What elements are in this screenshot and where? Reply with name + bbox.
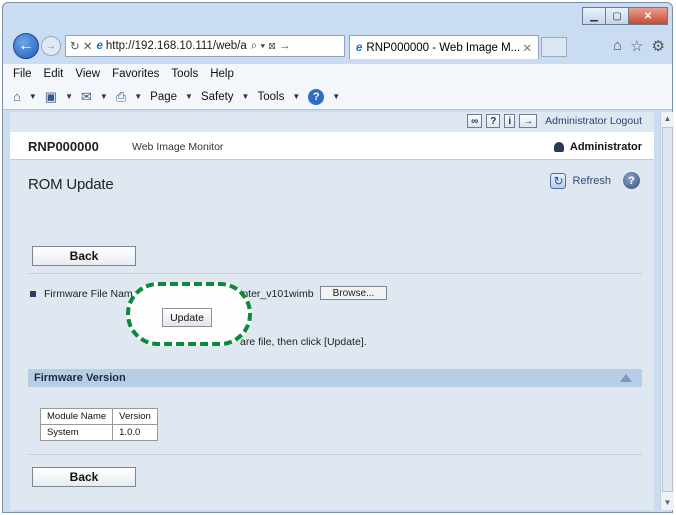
back-button-top[interactable]: Back [32, 246, 136, 266]
help-icon[interactable]: ? [308, 88, 325, 105]
menu-favorites[interactable]: Favorites [112, 68, 159, 80]
tab-close-icon[interactable]: ✕ [522, 41, 532, 55]
dropdown-arrow-icon[interactable]: ▼ [185, 92, 193, 101]
column-header-version: Version [112, 408, 158, 425]
refresh-icon[interactable]: ↻ [550, 172, 567, 189]
browser-tab[interactable]: e RNP000000 - Web Image M... ✕ [349, 35, 539, 59]
feeds-icon[interactable]: ▣ [45, 89, 57, 105]
address-row: ← → ↻ ✕ e http://192.168.10.111/web/a ⌕ … [11, 33, 671, 61]
scroll-thumb[interactable] [662, 127, 673, 492]
menu-view[interactable]: View [75, 68, 100, 80]
module-name-cell: System [39, 424, 114, 441]
refresh-stop-icons[interactable]: ↻ ✕ [70, 39, 92, 53]
module-version-table: Module Name Version System 1.0.0 [39, 408, 158, 441]
refresh-control[interactable]: ↻ Refresh ? [550, 172, 640, 189]
back-button-bottom[interactable]: Back [32, 467, 136, 487]
menu-tools[interactable]: Tools [171, 68, 198, 80]
menu-edit[interactable]: Edit [44, 68, 64, 80]
address-bar[interactable]: ↻ ✕ e http://192.168.10.111/web/a ⌕ ▾ ⊠ … [65, 35, 345, 57]
safety-menu[interactable]: Safety [201, 91, 234, 103]
window-controls: ▁ ▢ ✕ [582, 7, 668, 25]
top-utility-strip: ∞ ? i → Administrator Logout [10, 112, 654, 130]
firmware-file-input[interactable]: inter_v101wimb [240, 288, 314, 300]
print-icon[interactable]: ⎙ [116, 89, 126, 105]
firmware-file-row: Firmware File Nam [30, 288, 133, 300]
vertical-scrollbar[interactable]: ▲ ▼ [660, 112, 674, 510]
forward-nav-icon[interactable]: → [41, 36, 61, 56]
connection-icon[interactable]: ∞ [467, 114, 483, 128]
back-nav-icon[interactable]: ← [13, 33, 39, 59]
update-button[interactable]: Update [162, 308, 212, 327]
browser-right-icons: ⌂ ☆ ⚙ [613, 37, 665, 55]
device-name: RNP000000 [28, 139, 99, 154]
close-button[interactable]: ✕ [628, 7, 668, 25]
menu-file[interactable]: File [13, 68, 32, 80]
logout-link[interactable]: Administrator Logout [545, 115, 642, 127]
scroll-up-icon[interactable]: ▲ [661, 112, 674, 126]
new-tab-button[interactable] [541, 37, 567, 57]
menu-help[interactable]: Help [210, 68, 234, 80]
browse-button[interactable]: Browse... [320, 286, 387, 300]
divider [28, 454, 642, 455]
menu-bar: File Edit View Favorites Tools Help [3, 64, 672, 84]
firmware-version-section: Firmware Version [28, 369, 642, 387]
dropdown-arrow-icon[interactable]: ▼ [65, 92, 73, 101]
table-row: System 1.0.0 [39, 424, 158, 441]
address-url: http://192.168.10.111/web/a [105, 40, 247, 52]
page-menu[interactable]: Page [150, 91, 177, 103]
dropdown-arrow-icon[interactable]: ▼ [134, 92, 142, 101]
ie-icon: e [96, 40, 103, 52]
page-title: ROM Update [28, 176, 114, 193]
page-content: ∞ ? i → Administrator Logout RNP000000 W… [10, 112, 654, 510]
address-actions-icons[interactable]: ⌕ ▾ ⊠ → [251, 40, 291, 53]
home-icon[interactable]: ⌂ [613, 37, 622, 55]
title-bar: ▁ ▢ ✕ [3, 3, 672, 33]
app-name: Web Image Monitor [132, 141, 224, 153]
logout-arrow-icon[interactable]: → [519, 114, 538, 128]
info-icon[interactable]: i [504, 114, 516, 128]
mail-icon[interactable]: ✉ [81, 89, 92, 105]
minimize-button[interactable]: ▁ [582, 7, 606, 25]
bullet-icon [30, 291, 36, 297]
command-bar: ⌂ ▼ ▣ ▼ ✉ ▼ ⎙ ▼ Page ▼ Safety ▼ Tools ▼ ? ▼ [3, 84, 672, 110]
dropdown-arrow-icon[interactable]: ▼ [242, 92, 250, 101]
help-icon[interactable]: ? [623, 172, 640, 189]
scroll-down-icon[interactable]: ▼ [661, 496, 674, 510]
instruction-text: are file, then click [Update]. [240, 336, 367, 348]
dropdown-arrow-icon[interactable]: ▼ [332, 92, 340, 101]
dropdown-arrow-icon[interactable]: ▼ [292, 92, 300, 101]
settings-gear-icon[interactable]: ⚙ [652, 37, 665, 55]
user-icon [553, 142, 564, 152]
user-name: Administrator [569, 141, 642, 153]
maximize-button[interactable]: ▢ [605, 7, 629, 25]
tab-ie-icon: e [356, 41, 363, 54]
user-display: Administrator [553, 141, 642, 153]
help-question-icon[interactable]: ? [486, 114, 501, 128]
column-header-module: Module Name [39, 408, 114, 425]
home-cmd-icon[interactable]: ⌂ [13, 89, 21, 104]
tab-title: RNP000000 - Web Image M... [366, 41, 521, 54]
favorites-star-icon[interactable]: ☆ [630, 37, 643, 55]
version-cell: 1.0.0 [112, 424, 158, 441]
page-header: RNP000000 Web Image Monitor Administrato… [10, 132, 654, 160]
dropdown-arrow-icon[interactable]: ▼ [29, 92, 37, 101]
refresh-link[interactable]: Refresh [572, 175, 611, 187]
firmware-file-label: Firmware File Nam [44, 288, 133, 300]
tools-menu[interactable]: Tools [257, 91, 284, 103]
collapse-triangle-icon[interactable] [620, 374, 632, 382]
section-title: Firmware Version [34, 372, 126, 384]
dropdown-arrow-icon[interactable]: ▼ [100, 92, 108, 101]
divider [28, 273, 642, 274]
